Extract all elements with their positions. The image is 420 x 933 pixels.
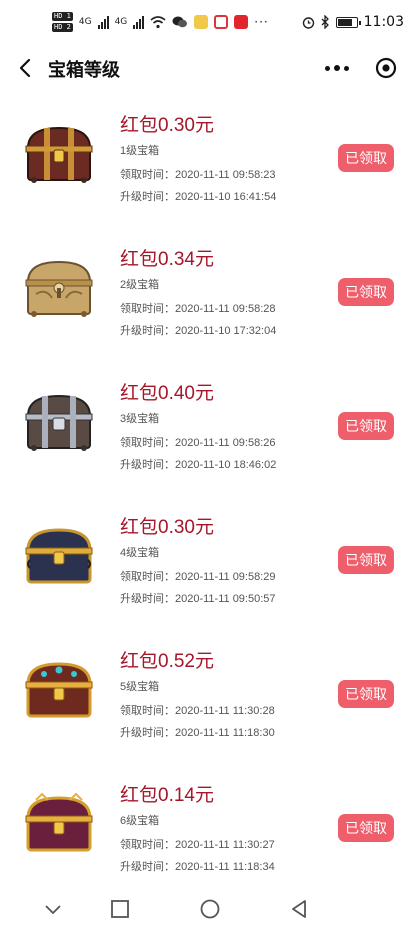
chest-level: 5级宝箱 xyxy=(120,681,160,693)
more-notifications-icon: ··· xyxy=(254,15,269,29)
chest-level: 3级宝箱 xyxy=(120,413,160,425)
app-red-icon xyxy=(214,15,229,29)
battery-icon xyxy=(335,16,361,28)
chest-item-6: 红包0.14元 6级宝箱 领取时间：2020-11-11 11:30:27 升级… xyxy=(0,766,420,886)
treasure-chest-icon xyxy=(25,528,93,584)
hd2-badge: HD 2 xyxy=(52,23,73,32)
claim-time: 领取时间：2020-11-11 11:30:27 xyxy=(120,839,275,851)
chest-level: 4级宝箱 xyxy=(120,547,160,559)
dot-icon xyxy=(344,65,349,71)
claimed-button[interactable]: 已领取 xyxy=(338,144,394,172)
reward-title: 红包0.30元 xyxy=(120,517,214,538)
reward-title: 红包0.34元 xyxy=(120,249,214,270)
claimed-button[interactable]: 已领取 xyxy=(338,814,394,842)
chest-level: 2级宝箱 xyxy=(120,279,160,291)
chest-item-3: 红包0.40元 3级宝箱 领取时间：2020-11-11 09:58:26 升级… xyxy=(0,364,420,498)
claimed-button[interactable]: 已领取 xyxy=(338,278,394,306)
chest-level: 6级宝箱 xyxy=(120,815,160,827)
wifi-icon xyxy=(150,16,166,29)
upgrade-time: 升级时间：2020-11-11 09:50:57 xyxy=(120,593,276,605)
reward-title: 红包0.40元 xyxy=(120,383,214,404)
claim-time: 领取时间：2020-11-11 09:58:28 xyxy=(120,303,276,315)
chest-item-5: 红包0.52元 5级宝箱 领取时间：2020-11-11 11:30:28 升级… xyxy=(0,632,420,766)
treasure-chest-icon xyxy=(25,394,93,451)
treasure-chest-icon xyxy=(25,662,93,718)
treasure-chest-icon xyxy=(25,126,93,183)
chest-level-list: 红包0.30元 1级宝箱 领取时间：2020-11-11 09:58:23 升级… xyxy=(0,96,420,886)
network-1-label: 4G xyxy=(78,17,92,27)
nav-bar: 宝箱等级 xyxy=(0,46,420,90)
dot-icon xyxy=(334,65,340,71)
claimed-button[interactable]: 已领取 xyxy=(338,412,394,440)
upgrade-time: 升级时间：2020-11-10 16:41:54 xyxy=(120,191,277,203)
chest-item-4: 红包0.30元 4级宝箱 领取时间：2020-11-11 09:58:29 升级… xyxy=(0,498,420,632)
back-arrow-icon[interactable] xyxy=(14,56,38,80)
clock: 11:03 xyxy=(363,14,404,30)
treasure-chest-icon xyxy=(25,792,93,852)
bluetooth-icon xyxy=(321,15,329,29)
chest-item-1: 红包0.30元 1级宝箱 领取时间：2020-11-11 09:58:23 升级… xyxy=(0,96,420,230)
reward-title: 红包0.14元 xyxy=(120,785,214,806)
recent-apps-icon[interactable] xyxy=(109,898,131,920)
upgrade-time: 升级时间：2020-11-11 11:18:30 xyxy=(120,727,275,739)
claimed-button[interactable]: 已领取 xyxy=(338,680,394,708)
status-bar: HD 1 HD 2 4G 4G ··· 11:03 xyxy=(0,0,420,46)
wechat-icon xyxy=(172,16,188,28)
hd-indicator: HD 1 HD 2 xyxy=(52,12,73,32)
back-triangle-icon[interactable] xyxy=(288,898,310,920)
network-2-label: 4G xyxy=(114,17,128,27)
claim-time: 领取时间：2020-11-11 09:58:26 xyxy=(120,437,276,449)
signal-1-icon xyxy=(97,15,109,29)
reward-title: 红包0.30元 xyxy=(120,115,214,136)
app-huawei-icon xyxy=(234,15,249,29)
upgrade-time: 升级时间：2020-11-10 18:46:02 xyxy=(120,459,277,471)
claim-time: 领取时间：2020-11-11 09:58:23 xyxy=(120,169,276,181)
alarm-icon xyxy=(302,16,314,29)
hide-keyboard-icon[interactable] xyxy=(42,898,64,920)
status-icons-left: HD 1 HD 2 4G 4G ··· xyxy=(52,12,269,32)
claimed-button[interactable]: 已领取 xyxy=(338,546,394,574)
reward-title: 红包0.52元 xyxy=(120,651,214,672)
chest-level: 1级宝箱 xyxy=(120,145,160,157)
close-miniprogram-icon[interactable] xyxy=(374,56,398,80)
page-title: 宝箱等级 xyxy=(48,60,120,80)
status-icons-right: 11:03 xyxy=(302,14,404,30)
chest-item-2: 红包0.34元 2级宝箱 领取时间：2020-11-11 09:58:28 升级… xyxy=(0,230,420,364)
app-yellow-icon xyxy=(194,15,209,29)
home-icon[interactable] xyxy=(199,898,221,920)
hd1-badge: HD 1 xyxy=(52,12,73,21)
more-options-button[interactable] xyxy=(322,58,352,78)
upgrade-time: 升级时间：2020-11-10 17:32:04 xyxy=(120,325,277,337)
treasure-chest-icon xyxy=(25,260,93,317)
system-nav-bar xyxy=(0,886,420,933)
claim-time: 领取时间：2020-11-11 11:30:28 xyxy=(120,705,275,717)
signal-2-icon xyxy=(133,15,145,29)
dot-icon xyxy=(325,65,330,71)
upgrade-time: 升级时间：2020-11-11 11:18:34 xyxy=(120,861,275,873)
claim-time: 领取时间：2020-11-11 09:58:29 xyxy=(120,571,276,583)
